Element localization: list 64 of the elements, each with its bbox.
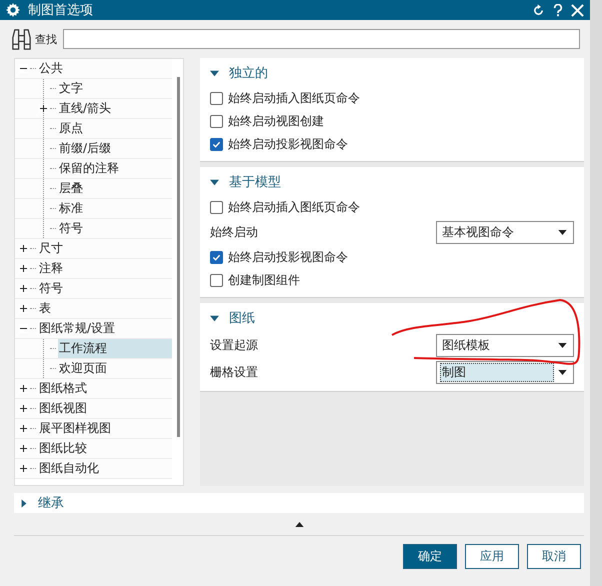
dropdown[interactable]: 图纸模板 [436, 334, 574, 357]
window-title: 制图首选项 [28, 2, 93, 19]
search-field[interactable] [63, 29, 580, 49]
dialog-button[interactable]: 应用 [465, 544, 519, 569]
checkbox-label: 始终启动插入图纸页命令 [228, 90, 360, 107]
checkbox-label: 始终启动投影视图命令 [228, 249, 348, 266]
tree-item[interactable]: 层叠 [58, 179, 172, 198]
field-label: 栅格设置 [210, 364, 259, 381]
checkbox[interactable] [210, 201, 223, 214]
tree-item[interactable]: 标准 [58, 199, 172, 218]
section-title: 基于模型 [229, 174, 281, 191]
checkbox-label: 始终启动视图创建 [228, 113, 324, 130]
expand-icon[interactable] [20, 498, 28, 508]
tree-item[interactable]: 符号 [38, 279, 172, 298]
dialog-button[interactable]: 确定 [403, 544, 457, 569]
section-toggle-icon[interactable] [210, 68, 219, 78]
reset-icon[interactable] [532, 4, 545, 16]
scrollbar[interactable] [177, 77, 180, 437]
tree-item[interactable]: 注释 [38, 259, 172, 278]
help-icon[interactable] [553, 4, 563, 16]
collapse-arrow-icon[interactable] [294, 522, 304, 526]
settings-icon[interactable] [6, 3, 20, 17]
inherit-group[interactable]: 继承 [14, 493, 584, 513]
checkbox-label: 始终启动插入图纸页命令 [228, 199, 360, 216]
dropdown[interactable]: 制图 [436, 361, 574, 384]
tree-item[interactable]: 文字 [58, 79, 172, 98]
tree-item[interactable]: 图纸视图 [38, 399, 172, 418]
binoculars-icon [10, 28, 33, 50]
checkbox[interactable] [210, 251, 223, 264]
search-label: 查找 [35, 32, 57, 46]
dialog-button[interactable]: 取消 [527, 544, 581, 569]
tree-item[interactable]: 前缀/后缀 [58, 139, 172, 158]
tree-item[interactable]: 图纸常规/设置 [38, 319, 172, 338]
checkbox[interactable] [210, 138, 223, 151]
tree-item[interactable]: 表 [38, 299, 172, 318]
dropdown[interactable]: 基本视图命令 [436, 221, 574, 244]
tree-item[interactable]: 符号 [58, 219, 172, 238]
checkbox-label: 创建制图组件 [228, 272, 300, 289]
caret-icon[interactable] [558, 230, 567, 235]
checkbox[interactable] [210, 115, 223, 128]
section-toggle-icon[interactable] [210, 178, 219, 186]
tree-item[interactable]: 原点 [58, 119, 172, 138]
tree-item[interactable]: 公共 [38, 59, 172, 78]
checkbox[interactable] [210, 92, 223, 105]
tree-item[interactable]: 直线/箭头 [58, 99, 172, 118]
section-title: 独立的 [229, 65, 268, 82]
tree-item[interactable]: 图纸比较 [38, 439, 172, 458]
tree-item[interactable]: 欢迎页面 [58, 359, 172, 378]
caret-icon[interactable] [558, 370, 567, 375]
tree-item[interactable]: 保留的注释 [58, 159, 172, 178]
tree-item[interactable]: 展平图样视图 [38, 419, 172, 438]
tree-item[interactable]: 工作流程 [58, 339, 172, 358]
checkbox-label: 始终启动投影视图命令 [228, 136, 348, 153]
tree-item[interactable]: 图纸格式 [38, 379, 172, 398]
tree-item[interactable]: 尺寸 [38, 239, 172, 258]
section-title: 图纸 [229, 310, 255, 327]
field-label: 始终启动 [210, 224, 259, 241]
close-icon[interactable] [571, 4, 584, 16]
inherit-label: 继承 [38, 495, 64, 512]
tree-item[interactable]: 图纸自动化 [38, 459, 172, 478]
caret-icon[interactable] [558, 343, 567, 348]
section-toggle-icon[interactable] [210, 314, 219, 322]
field-label: 设置起源 [210, 337, 259, 354]
checkbox[interactable] [210, 274, 223, 287]
